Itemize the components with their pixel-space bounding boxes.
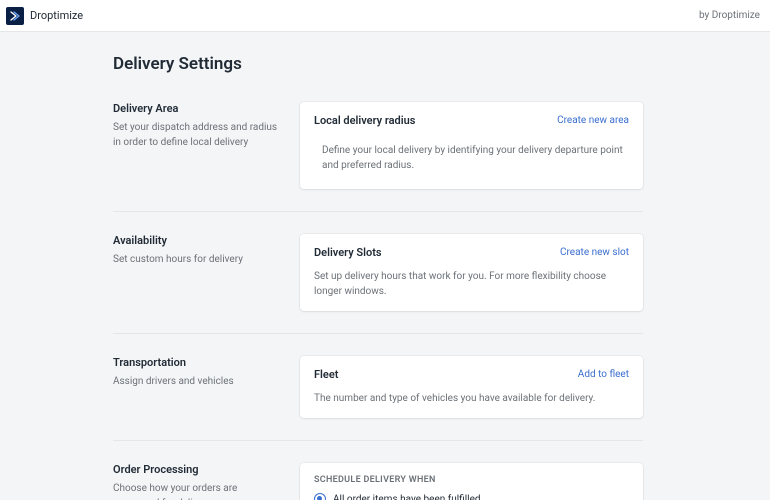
section-desc: Assign drivers and vehicles xyxy=(113,375,278,390)
brand-name: Droptimize xyxy=(30,9,83,22)
settings-container: Delivery Settings Delivery Area Set your… xyxy=(113,54,643,500)
create-new-area-link[interactable]: Create new area xyxy=(557,115,629,126)
card-body: The number and type of vehicles you have… xyxy=(314,391,629,406)
card-order-processing: SCHEDULE DELIVERY WHEN All order items h… xyxy=(300,463,643,500)
section-availability: Availability Set custom hours for delive… xyxy=(113,211,643,333)
card-header: Delivery Slots Create new slot xyxy=(314,246,629,259)
section-order-processing: Order Processing Choose how your orders … xyxy=(113,440,643,500)
section-left: Transportation Assign drivers and vehicl… xyxy=(113,356,278,418)
card-header: Local delivery radius Create new area xyxy=(314,114,629,127)
section-heading: Availability xyxy=(113,234,278,247)
byline: by Droptimize xyxy=(699,10,760,21)
section-heading: Order Processing xyxy=(113,463,278,476)
section-heading: Transportation xyxy=(113,356,278,369)
section-desc: Set your dispatch address and radius in … xyxy=(113,121,278,150)
section-desc: Choose how your orders are processed for… xyxy=(113,482,278,500)
radio-icon xyxy=(314,493,326,500)
card-delivery-radius: Local delivery radius Create new area De… xyxy=(300,102,643,189)
section-left: Delivery Area Set your dispatch address … xyxy=(113,102,278,189)
radio-schedule-fulfilled[interactable]: All order items have been fulfilled xyxy=(314,493,629,500)
create-new-slot-link[interactable]: Create new slot xyxy=(560,247,629,258)
section-left: Availability Set custom hours for delive… xyxy=(113,234,278,311)
schedule-subhead: SCHEDULE DELIVERY WHEN xyxy=(314,475,629,485)
card-body: Set up delivery hours that work for you.… xyxy=(314,269,629,299)
card-title: Fleet xyxy=(314,368,338,381)
brand: Droptimize xyxy=(6,7,83,25)
brand-logo-icon xyxy=(6,7,24,25)
card-body: Define your local delivery by identifyin… xyxy=(314,137,629,177)
card-fleet: Fleet Add to fleet The number and type o… xyxy=(300,356,643,418)
section-delivery-area: Delivery Area Set your dispatch address … xyxy=(113,98,643,211)
section-right: Fleet Add to fleet The number and type o… xyxy=(300,356,643,418)
section-heading: Delivery Area xyxy=(113,102,278,115)
section-right: Local delivery radius Create new area De… xyxy=(300,102,643,189)
card-delivery-slots: Delivery Slots Create new slot Set up de… xyxy=(300,234,643,311)
card-title: Local delivery radius xyxy=(314,114,415,127)
section-left: Order Processing Choose how your orders … xyxy=(113,463,278,500)
add-to-fleet-link[interactable]: Add to fleet xyxy=(578,369,629,380)
section-transportation: Transportation Assign drivers and vehicl… xyxy=(113,333,643,440)
page-title: Delivery Settings xyxy=(113,54,643,74)
top-bar: Droptimize by Droptimize xyxy=(0,0,770,32)
section-right: SCHEDULE DELIVERY WHEN All order items h… xyxy=(300,463,643,500)
radio-label: All order items have been fulfilled xyxy=(333,494,481,500)
main-scroll[interactable]: Delivery Settings Delivery Area Set your… xyxy=(0,32,760,500)
section-right: Delivery Slots Create new slot Set up de… xyxy=(300,234,643,311)
section-desc: Set custom hours for delivery xyxy=(113,253,278,268)
card-header: Fleet Add to fleet xyxy=(314,368,629,381)
card-title: Delivery Slots xyxy=(314,246,382,259)
